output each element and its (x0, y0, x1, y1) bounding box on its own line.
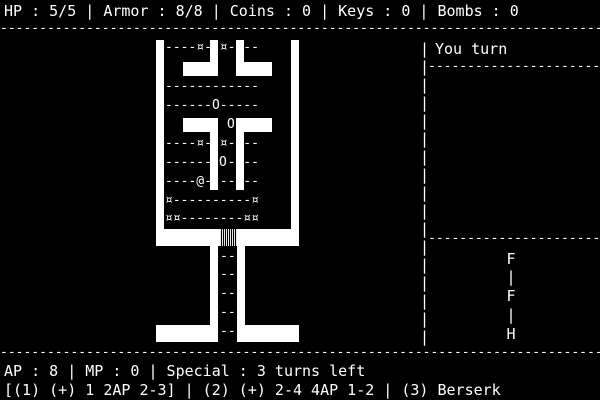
side-divider-top: -------------------------- (428, 60, 600, 74)
corridor-tile: -- (220, 305, 236, 320)
side-divider-mid: -------------------------- (428, 232, 600, 246)
map-row-f: ¤¤--------¤¤ (165, 211, 259, 226)
map-row-a: ----¤--¤---- (165, 40, 259, 55)
corridor-wall-left (210, 246, 218, 326)
corridor-wall-right (237, 246, 245, 326)
room-wall-left (156, 40, 164, 246)
map-row-b: ------O----- (165, 98, 259, 113)
coins-readout: Coins : 0 (229, 2, 312, 20)
pillar-top-right-foot (236, 62, 272, 76)
room-door[interactable] (220, 229, 237, 246)
room-wall-bottom-right (237, 229, 299, 246)
map-row-d: ----@------- (165, 174, 259, 189)
queue-separator: | (506, 306, 516, 324)
armor-readout: Armor : 8/8 (103, 2, 203, 20)
status-bar: HP : 5/5 | Armor : 8/8 | Coins : 0 | Key… (4, 2, 519, 20)
bottom-divider: ----------------------------------------… (0, 346, 600, 360)
queue-fighter: F (506, 287, 516, 305)
corridor-tile: -- (220, 324, 236, 339)
orb[interactable]: O (219, 156, 227, 170)
room-wall-bottom-left (156, 229, 220, 246)
pillar-top-left-foot (183, 62, 218, 76)
map-row-e: ¤----------¤ (165, 193, 259, 208)
base-wall-left (156, 325, 218, 342)
queue-fighter: F (506, 250, 516, 268)
queue-separator: | (506, 268, 516, 286)
map-row-c: ----¤--¤---- (165, 136, 259, 151)
corridor-tile: -- (220, 267, 236, 282)
corridor-tile: -- (220, 286, 236, 301)
room-wall-right (291, 40, 299, 246)
map-row-top-divider: ------------ (165, 79, 259, 94)
queue-hero: H (506, 325, 516, 343)
map-row-mid-divider: ------------ (165, 155, 259, 170)
action-bar[interactable]: [(1) (+) 1 2AP 2-3] | (2) (+) 2-4 4AP 1-… (4, 381, 501, 399)
top-divider: ----------------------------------------… (0, 22, 600, 36)
bombs-readout: Bombs : 0 (437, 2, 519, 20)
orb[interactable]: O (227, 118, 235, 132)
turn-indicator: You turn (435, 40, 508, 58)
corridor-tile: -- (220, 249, 236, 264)
side-panel-border: | | | | | | | | | | | | | | | | | (420, 40, 430, 346)
keys-readout: Keys : 0 (338, 2, 411, 20)
base-wall-right (237, 325, 299, 342)
combat-stats: AP : 8 | MP : 0 | Special : 3 turns left (4, 362, 366, 380)
hp-readout: HP : 5/5 (4, 2, 77, 20)
